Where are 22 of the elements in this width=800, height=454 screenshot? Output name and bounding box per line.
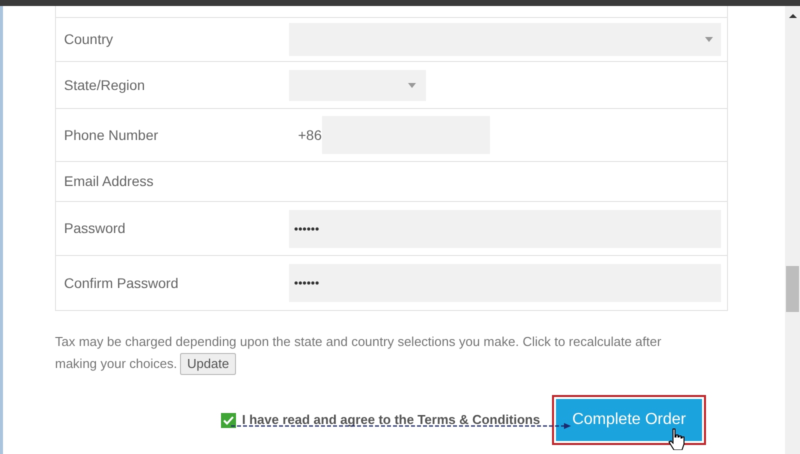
terms-label[interactable]: I have read and agree to the Terms & Conditions [242,410,540,430]
field-label: State/Region [63,76,146,95]
tax-note: making your choices. [55,355,178,373]
state-select[interactable] [289,70,426,100]
field-label: Phone Number [63,126,160,144]
checkbox[interactable] [221,412,236,428]
field-label: Email Address [63,172,154,191]
scrollbar[interactable] [785,6,800,454]
scroll-thumb[interactable] [786,266,799,312]
field-label: Password [63,219,126,238]
password-field[interactable]: •••••• [289,210,721,248]
scroll-up-icon[interactable] [788,14,796,18]
field-label: Confirm Password [63,274,180,292]
password-field[interactable]: •••••• [289,264,721,302]
hand-cursor-icon [668,428,686,450]
dropdown-arrow-icon [408,82,416,88]
update-button[interactable]: Update [180,353,236,375]
dropdown-arrow-icon [705,37,713,42]
tax-note: Tax may be charged depending upon the state and country selections you make. Click to recalculate after [55,333,662,351]
field-label: Country [63,30,114,49]
country-select[interactable] [289,23,721,56]
phone-prefix: +86 [297,126,322,144]
